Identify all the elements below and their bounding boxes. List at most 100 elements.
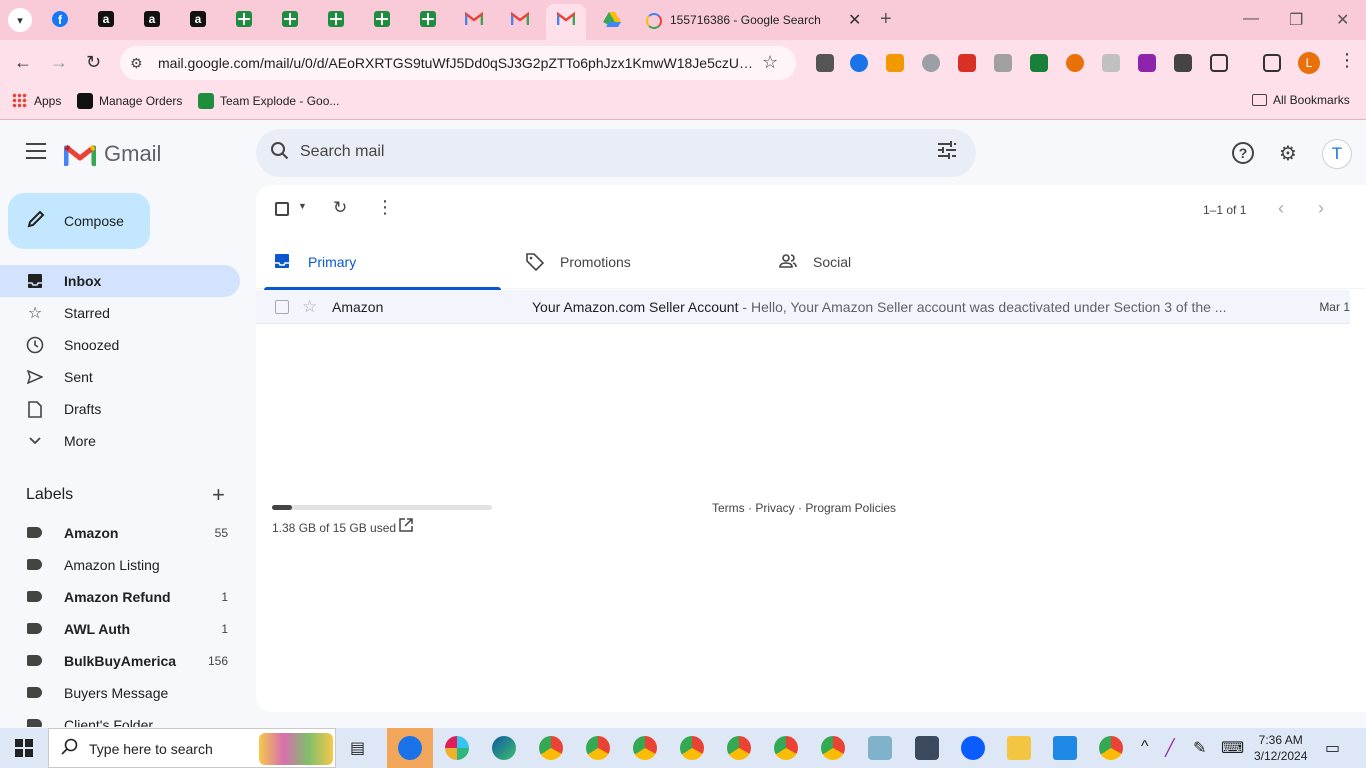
side-panel-icon[interactable] (1263, 54, 1281, 72)
tab-amazon-3[interactable]: a (187, 8, 209, 30)
taskbar-search-box[interactable]: Type here to search (48, 728, 336, 768)
tab-amazon-2[interactable]: a (141, 8, 163, 30)
notifications-icon[interactable]: ▭ (1325, 738, 1340, 758)
photos-icon[interactable] (1053, 736, 1077, 760)
pen-workspace-icon[interactable]: ✎ (1193, 738, 1206, 758)
tab-primary[interactable]: Primary (256, 241, 501, 290)
email-select-checkbox[interactable] (275, 300, 289, 314)
taskbar-search-input[interactable]: Type here to search (89, 741, 213, 757)
account-avatar[interactable]: T (1322, 139, 1352, 169)
help-icon[interactable]: ? (1232, 142, 1254, 164)
label-item[interactable]: BulkBuyAmerica 156 (0, 645, 256, 677)
main-menu-icon[interactable] (26, 143, 46, 159)
tab-social[interactable]: Social (761, 241, 1003, 289)
select-all-checkbox[interactable] (275, 202, 289, 216)
chrome-icon[interactable] (727, 736, 751, 760)
extension-icon[interactable] (850, 54, 868, 72)
keyboard-icon[interactable]: ⌨ (1221, 738, 1244, 758)
slack-icon[interactable] (445, 736, 469, 760)
profile-avatar[interactable]: L (1298, 52, 1320, 74)
close-tab-icon[interactable]: ✕ (848, 10, 861, 30)
minimize-button[interactable]: — (1243, 10, 1259, 28)
bookmark-manage-orders[interactable]: Manage Orders (77, 93, 182, 109)
refresh-icon[interactable]: ↻ (333, 198, 347, 218)
reload-button[interactable]: ↻ (86, 52, 101, 73)
gmail-logo[interactable]: Gmail (64, 141, 161, 167)
taskbar-clock[interactable]: 7:36 AM 3/12/2024 (1254, 732, 1307, 764)
site-info-icon[interactable]: ⚙ (130, 55, 143, 72)
footer-links[interactable]: Terms · Privacy · Program Policies (712, 501, 896, 515)
new-tab-button[interactable]: + (880, 8, 892, 31)
bookmark-star-icon[interactable]: ☆ (762, 52, 778, 73)
nav-starred[interactable]: ☆ Starred (0, 297, 240, 329)
search-input[interactable]: Search mail (300, 143, 384, 161)
extension-pen-icon[interactable] (1138, 54, 1156, 72)
label-item[interactable]: Amazon 55 (0, 517, 256, 549)
label-item[interactable]: Buyers Message (0, 677, 256, 709)
chrome-icon[interactable] (586, 736, 610, 760)
extension-qr-icon[interactable] (1174, 54, 1192, 72)
restore-button[interactable]: ❐ (1289, 10, 1303, 30)
label-item[interactable]: Amazon Listing (0, 549, 256, 581)
nav-drafts[interactable]: Drafts (0, 393, 240, 425)
create-label-button[interactable]: + (212, 482, 225, 508)
tab-sheets-1[interactable] (233, 8, 255, 30)
nav-snoozed[interactable]: Snoozed (0, 329, 240, 361)
tab-sheets-3[interactable] (325, 8, 347, 30)
newer-page-icon[interactable]: ‹ (1278, 198, 1284, 219)
extension-globe-icon[interactable] (922, 54, 940, 72)
tab-sheets-5[interactable] (417, 8, 439, 30)
nav-inbox[interactable]: Inbox (0, 265, 240, 297)
select-options-caret-icon[interactable]: ▼ (298, 201, 307, 211)
edge-icon[interactable] (492, 736, 516, 760)
chrome-icon[interactable] (680, 736, 704, 760)
extension-icon[interactable] (1066, 54, 1084, 72)
extension-icon[interactable] (1030, 54, 1048, 72)
tab-gmail-1[interactable] (463, 8, 485, 30)
search-icon[interactable] (270, 141, 290, 166)
windows-start-icon[interactable] (15, 739, 33, 757)
close-window-button[interactable]: ✕ (1336, 10, 1349, 30)
bookmark-apps[interactable]: Apps (12, 93, 61, 109)
task-view-icon[interactable]: ▤ (350, 738, 365, 758)
star-icon[interactable]: ☆ (302, 297, 317, 317)
forward-button[interactable]: → (50, 52, 68, 73)
chrome-icon[interactable] (633, 736, 657, 760)
settings-gear-icon[interactable]: ⚙ (1276, 141, 1300, 165)
show-hidden-icons-chevron-icon[interactable]: ^ (1141, 738, 1149, 756)
extension-icon[interactable] (1102, 54, 1120, 72)
label-item[interactable]: Client's Folder (0, 709, 256, 727)
pen-tray-icon[interactable]: ╱ (1165, 738, 1175, 758)
back-button[interactable]: ← (14, 52, 32, 73)
file-explorer-icon[interactable] (1007, 736, 1031, 760)
search-options-icon[interactable] (936, 140, 958, 166)
open-external-icon[interactable] (399, 518, 413, 535)
tab-search-button[interactable]: ▾ (8, 8, 32, 32)
tab-sheets-2[interactable] (279, 8, 301, 30)
nav-sent[interactable]: Sent (0, 361, 240, 393)
address-bar[interactable]: ⚙ mail.google.com/mail/u/0/d/AEoRXRTGS9t… (120, 46, 796, 80)
tab-gmail-2[interactable] (509, 8, 531, 30)
tab-amazon-1[interactable]: a (95, 8, 117, 30)
notepad-icon[interactable] (868, 736, 892, 760)
chrome-icon[interactable] (821, 736, 845, 760)
tab-promotions[interactable]: Promotions (508, 241, 750, 289)
calculator-icon[interactable] (915, 736, 939, 760)
tab-sheets-4[interactable] (371, 8, 393, 30)
tab-gmail-3[interactable] (555, 8, 577, 30)
chrome-icon[interactable] (774, 736, 798, 760)
chrome-icon[interactable] (539, 736, 563, 760)
email-row[interactable]: ☆ Amazon Your Amazon.com Seller Account … (256, 290, 1350, 324)
tab-google-search[interactable]: 155716386 - Google Search ✕ (636, 4, 872, 40)
bookmark-team-explode[interactable]: Team Explode - Goo... (198, 93, 339, 109)
zoom-icon[interactable] (961, 736, 985, 760)
search-mail-box[interactable]: Search mail (256, 129, 976, 177)
nav-more[interactable]: More (0, 425, 240, 457)
all-bookmarks[interactable]: All Bookmarks (1252, 93, 1350, 107)
taskbar-app-icon[interactable] (398, 736, 422, 760)
extensions-puzzle-icon[interactable] (1210, 54, 1228, 72)
extension-off-icon[interactable] (816, 54, 834, 72)
tab-drive[interactable] (601, 8, 623, 30)
url-text[interactable]: mail.google.com/mail/u/0/d/AEoRXRTGS9tuW… (158, 55, 754, 71)
chrome-icon[interactable] (1099, 736, 1123, 760)
